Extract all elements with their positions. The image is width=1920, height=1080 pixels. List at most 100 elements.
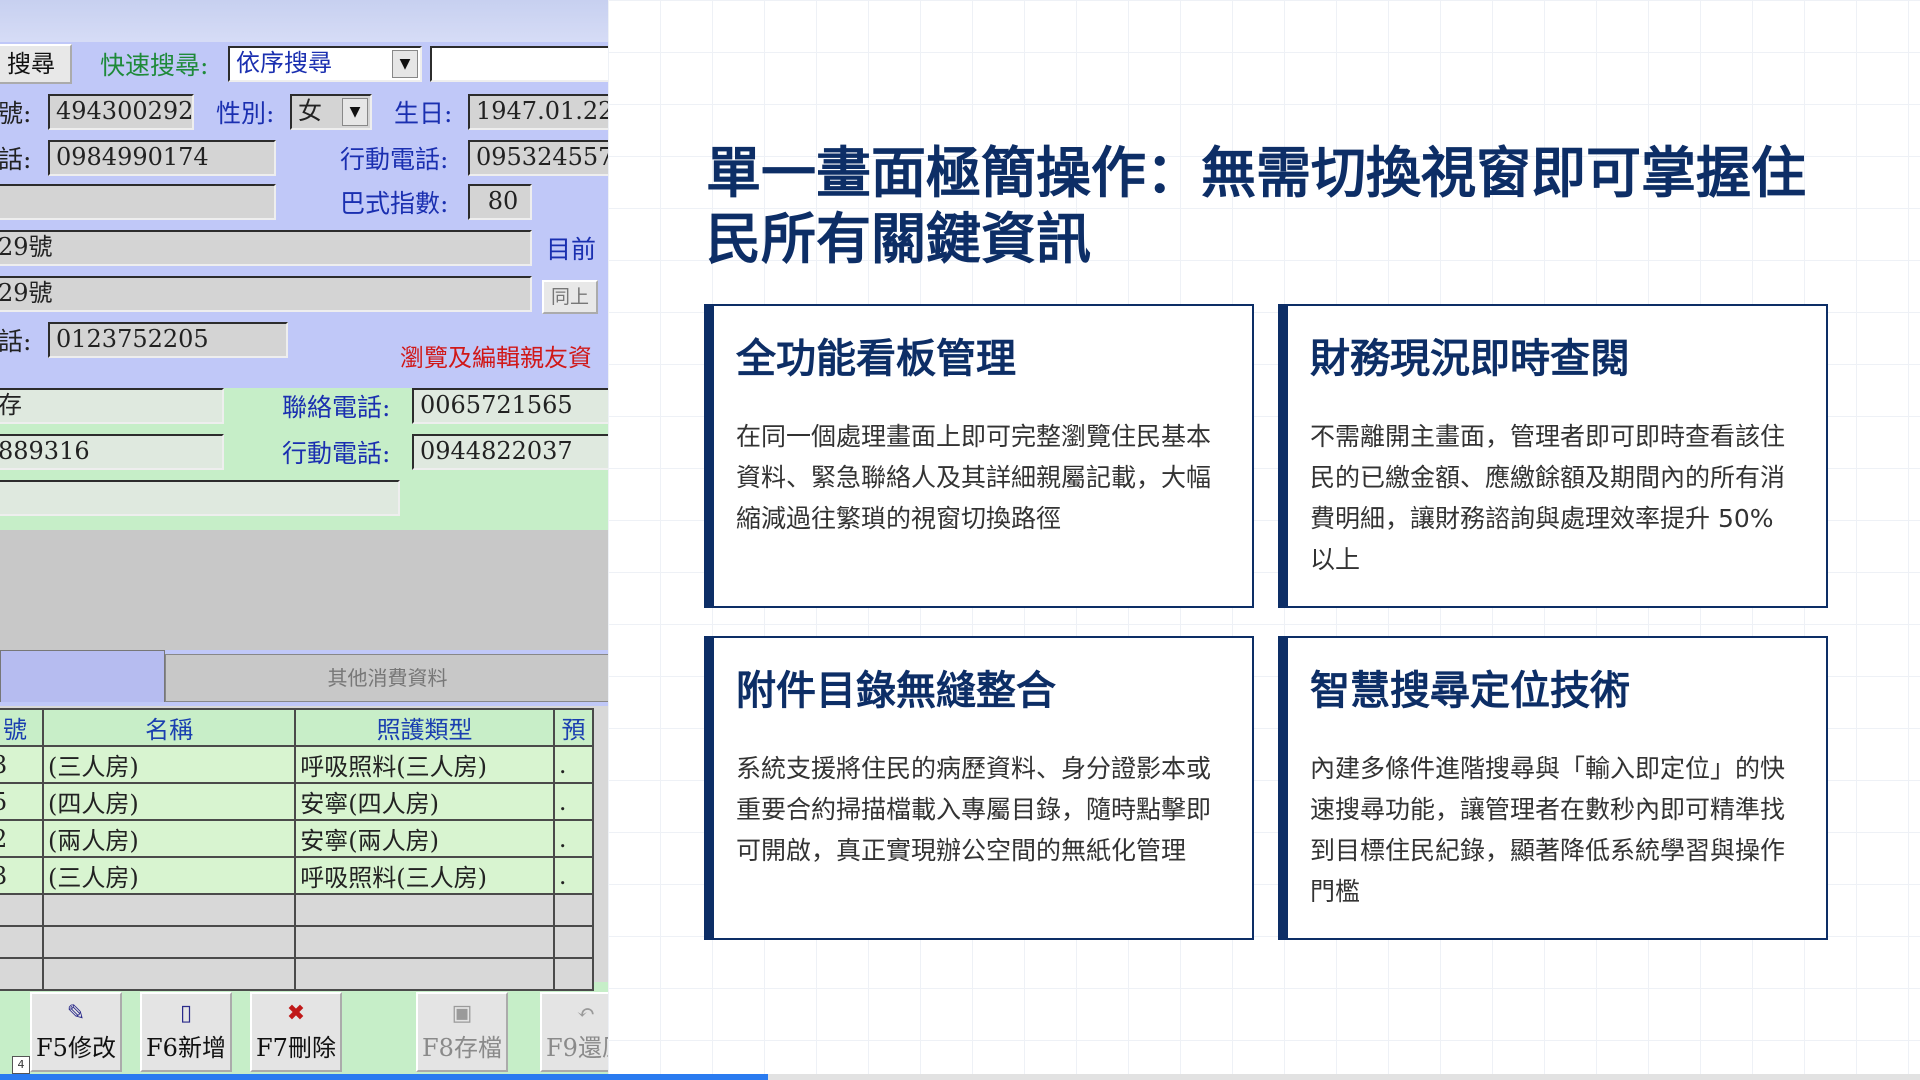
- quick-search-value: 依序搜尋: [236, 49, 332, 77]
- phone-label: 話:: [0, 145, 32, 174]
- card-body: 系統支援將住民的病歷資料、身分證影本或重要合約掃描檔載入專屬目錄，隨時點擊即可開…: [736, 754, 1212, 865]
- feature-card-attachments: 附件目錄無縫整合 系統支援將住民的病歷資料、身分證影本或重要合約掃描檔載入專屬目…: [704, 636, 1254, 940]
- f9-undo-label: F9還原: [546, 1034, 608, 1062]
- phone-field[interactable]: 0984990174: [48, 140, 276, 176]
- table-row[interactable]: [0, 893, 595, 927]
- barthel-label: 巴式指數:: [340, 189, 449, 218]
- toolbar-strip: [0, 0, 608, 42]
- table-cell[interactable]: 2: [0, 819, 44, 858]
- slide-title: 單一畫面極簡操作：無需切換視窗即可掌握住民所有關鍵資訊: [706, 141, 1807, 271]
- edit-relatives-link[interactable]: 瀏覽及編輯親友資: [400, 338, 592, 373]
- address-field[interactable]: 29號: [0, 230, 532, 266]
- card-body: 在同一個處理畫面上即可完整瀏覽住民基本資料、緊急聯絡人及其詳細親屬記載，大幅縮減…: [736, 422, 1212, 533]
- table-cell[interactable]: 安寧(兩人房): [294, 819, 555, 858]
- blank-field[interactable]: [0, 184, 276, 220]
- f7-delete-button[interactable]: ✖ F7刪除: [250, 992, 342, 1072]
- chevron-down-icon[interactable]: ▼: [342, 98, 368, 126]
- barthel-field[interactable]: 80: [468, 184, 532, 220]
- quick-search-input[interactable]: [430, 46, 608, 82]
- new-document-icon: ▯: [179, 1001, 193, 1026]
- contact-phone-field[interactable]: 0123752205: [48, 322, 288, 358]
- f6-new-button[interactable]: ▯ F6新增: [140, 992, 232, 1072]
- table-row[interactable]: 5 (四人房) 安寧(四人房) .: [0, 782, 595, 821]
- presentation-progress-bar[interactable]: [0, 1074, 1920, 1080]
- relative-mobile-field[interactable]: 0944822037: [412, 434, 608, 470]
- card-body: 不需離開主畫面，管理者即可即時查看該住民的已繳金額、應繳餘額及期間內的所有消費明…: [1310, 422, 1786, 574]
- undo-icon: ↶: [576, 1001, 596, 1026]
- relative-note-field[interactable]: [0, 480, 400, 516]
- table-cell[interactable]: 5: [0, 782, 44, 821]
- column-header[interactable]: 號: [0, 708, 44, 747]
- same-as-above-button[interactable]: 同上: [542, 280, 598, 314]
- card-title: 全功能看板管理: [736, 336, 1016, 382]
- column-header[interactable]: 名稱: [41, 708, 297, 747]
- table-cell[interactable]: 3: [0, 745, 44, 784]
- table-row[interactable]: 2 (兩人房) 安寧(兩人房) .: [0, 819, 595, 858]
- relative-mobile-label: 行動電話:: [282, 439, 391, 468]
- column-header[interactable]: 預: [552, 708, 595, 747]
- table-cell[interactable]: (三人房): [41, 856, 297, 895]
- quick-search-label: 快速搜尋:: [100, 51, 209, 80]
- table-cell[interactable]: 呼吸照料(三人房): [294, 745, 555, 784]
- slide-panel: 單一畫面極簡操作：無需切換視窗即可掌握住民所有關鍵資訊 全功能看板管理 在同一個…: [608, 0, 1920, 1080]
- mailing-address-field[interactable]: 29號: [0, 276, 532, 312]
- relative-id-field[interactable]: 889316: [0, 434, 224, 470]
- mobile-label: 行動電話:: [340, 145, 449, 174]
- table-row[interactable]: [0, 957, 595, 991]
- card-title: 智慧搜尋定位技術: [1310, 668, 1630, 714]
- card-title: 財務現況即時查閱: [1310, 336, 1630, 382]
- table-header-row: 號 名稱 照護類型 預: [0, 708, 595, 747]
- relative-contact-field[interactable]: 0065721565: [412, 388, 608, 424]
- page-number-badge: 4: [12, 1056, 30, 1074]
- gender-select[interactable]: 女 ▼: [290, 94, 372, 130]
- table-cell[interactable]: 3: [0, 856, 44, 895]
- f8-save-label: F8存檔: [422, 1034, 502, 1062]
- tab-care-records[interactable]: [0, 650, 165, 702]
- id-field[interactable]: 4943002922: [48, 94, 194, 130]
- delete-icon: ✖: [286, 1001, 306, 1026]
- feature-card-search: 智慧搜尋定位技術 內建多條件進階搜尋與「輸入即定位」的快速搜尋功能，讓管理者在數…: [1278, 636, 1828, 940]
- feature-card-finance: 財務現況即時查閱 不需離開主畫面，管理者即可即時查看該住民的已繳金額、應繳餘額及…: [1278, 304, 1828, 608]
- table-cell[interactable]: .: [552, 745, 595, 784]
- relative-name-field[interactable]: 存: [0, 388, 224, 424]
- birthday-field[interactable]: 1947.01.22: [468, 94, 608, 130]
- birthday-label: 生日:: [394, 99, 453, 128]
- f8-save-button[interactable]: ▣ F8存檔: [416, 992, 508, 1072]
- quick-search-select[interactable]: 依序搜尋 ▼: [228, 46, 422, 82]
- current-status-label: 目前: [546, 235, 597, 264]
- table-cell[interactable]: (兩人房): [41, 819, 297, 858]
- f6-new-label: F6新增: [146, 1034, 226, 1062]
- card-title: 附件目錄無縫整合: [736, 668, 1056, 714]
- f7-delete-label: F7刪除: [256, 1034, 336, 1062]
- table-cell[interactable]: .: [552, 819, 595, 858]
- empty-panel: [0, 530, 608, 650]
- search-button[interactable]: 搜尋: [0, 44, 72, 84]
- contact-phone-label: 話:: [0, 327, 32, 356]
- table-cell[interactable]: .: [552, 782, 595, 821]
- card-body: 內建多條件進階搜尋與「輸入即定位」的快速搜尋功能，讓管理者在數秒內即可精準找到目…: [1310, 754, 1786, 906]
- table-cell[interactable]: (三人房): [41, 745, 297, 784]
- tab-other-expenses[interactable]: 其他消費資料: [165, 654, 608, 702]
- care-records-table: 號 名稱 照護類型 預 3 (三人房) 呼吸照料(三人房) . 5 (四人房) …: [0, 708, 595, 991]
- resident-management-app: 搜尋 快速搜尋: 依序搜尋 ▼ 號: 4943002922 性別: 女 ▼ 生日…: [0, 0, 608, 1080]
- table-cell[interactable]: 安寧(四人房): [294, 782, 555, 821]
- save-icon: ▣: [451, 1001, 473, 1026]
- f5-edit-button[interactable]: ✎ F5修改: [30, 992, 122, 1072]
- progress-fill: [0, 1074, 768, 1080]
- chevron-down-icon[interactable]: ▼: [392, 50, 418, 78]
- table-cell[interactable]: (四人房): [41, 782, 297, 821]
- mobile-field[interactable]: 0953245579: [468, 140, 608, 176]
- f5-edit-label: F5修改: [36, 1034, 116, 1062]
- gender-label: 性別:: [216, 99, 275, 128]
- table-cell[interactable]: .: [552, 856, 595, 895]
- edit-icon: ✎: [66, 1001, 86, 1026]
- relative-contact-label: 聯絡電話:: [282, 393, 391, 422]
- table-row[interactable]: 3 (三人房) 呼吸照料(三人房) .: [0, 745, 595, 784]
- table-cell[interactable]: 呼吸照料(三人房): [294, 856, 555, 895]
- f9-undo-button[interactable]: ↶ F9還原: [540, 992, 608, 1072]
- table-row[interactable]: [0, 925, 595, 959]
- gender-value: 女: [298, 97, 322, 125]
- id-label: 號:: [0, 99, 32, 128]
- table-row[interactable]: 3 (三人房) 呼吸照料(三人房) .: [0, 856, 595, 895]
- column-header[interactable]: 照護類型: [294, 708, 555, 747]
